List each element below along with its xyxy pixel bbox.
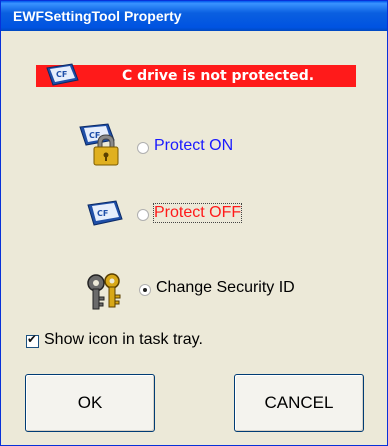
- ok-button[interactable]: OK: [25, 374, 155, 432]
- cf-lock-icon: CF: [79, 123, 119, 166]
- cf-card-icon: CF: [87, 200, 123, 226]
- status-banner: CF C drive is not protected.: [36, 63, 356, 87]
- property-dialog: EWFSettingTool Property CF C drive is no…: [0, 0, 388, 446]
- window-title: EWFSettingTool Property: [13, 8, 182, 24]
- change-security-id-radio[interactable]: [139, 284, 151, 296]
- checkmark-icon: ✔: [27, 332, 38, 346]
- protect-on-label[interactable]: Protect ON: [154, 137, 233, 155]
- cf-card-icon: CF: [46, 63, 79, 86]
- svg-text:CF: CF: [97, 209, 108, 218]
- show-tray-label[interactable]: Show icon in task tray.: [44, 331, 203, 349]
- protect-off-label[interactable]: Protect OFF: [152, 203, 243, 223]
- protection-status-text: C drive is not protected.: [122, 68, 315, 84]
- keys-icon: [87, 273, 121, 310]
- option-protect-off[interactable]: CF Protect OFF: [86, 199, 276, 243]
- show-tray-checkbox[interactable]: ✔: [26, 332, 39, 348]
- option-change-security-id[interactable]: Change Security ID: [84, 271, 344, 315]
- option-protect-on[interactable]: CF Protect ON: [78, 123, 268, 167]
- title-bar[interactable]: EWFSettingTool Property: [1, 1, 387, 31]
- svg-text:CF: CF: [56, 70, 67, 79]
- change-security-id-label[interactable]: Change Security ID: [156, 279, 295, 297]
- protect-off-radio[interactable]: [137, 209, 149, 221]
- cancel-button[interactable]: CANCEL: [234, 374, 364, 432]
- protect-on-radio[interactable]: [137, 142, 149, 154]
